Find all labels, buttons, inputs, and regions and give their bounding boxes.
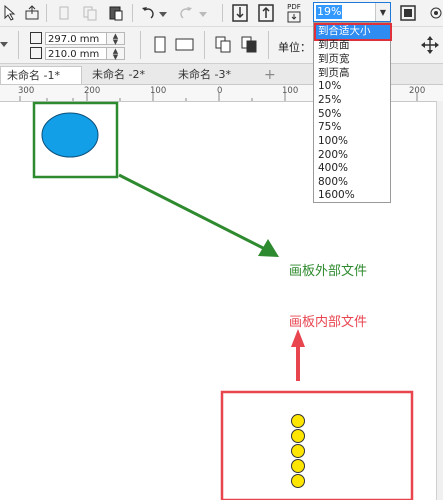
toolbar-separator xyxy=(222,4,223,22)
chevron-down-icon[interactable]: ▼ xyxy=(375,3,390,21)
copy-icon[interactable] xyxy=(80,3,100,23)
zoom-option-50[interactable]: 50% xyxy=(316,108,390,122)
page-width-row: 297.0 mm ▲ ▼ xyxy=(30,31,133,45)
green-arrow-line xyxy=(118,173,266,251)
toolbar-separator xyxy=(132,4,133,22)
ruler-label: 300 xyxy=(18,86,35,96)
page-height-icon xyxy=(30,47,42,59)
tab-document-2[interactable]: 未命名 -2* xyxy=(86,66,174,84)
import-icon[interactable] xyxy=(230,3,250,23)
pdf-label: PDF xyxy=(287,3,301,11)
ruler-label: 200 xyxy=(409,86,426,96)
page-width-input[interactable]: 297.0 mm xyxy=(45,31,107,45)
pointer-icon[interactable] xyxy=(0,3,20,23)
pdf-icon[interactable]: PDF xyxy=(282,2,306,24)
ruler-label: 100 xyxy=(150,86,167,96)
page-height-stepper[interactable]: ▲ ▼ xyxy=(107,46,125,60)
yellow-circle[interactable] xyxy=(291,459,305,473)
blue-ellipse[interactable] xyxy=(41,112,99,158)
ruler-label: 0 xyxy=(217,86,223,96)
zoom-level-combobox[interactable]: 19% ▼ xyxy=(313,2,391,22)
paper-preset-dropdown[interactable] xyxy=(0,36,14,54)
tab-document-1[interactable]: 未命名 -1* xyxy=(0,66,82,84)
zoom-option-page-width[interactable]: 到页宽 xyxy=(316,53,390,67)
toolbar-separator xyxy=(204,31,205,59)
zoom-option-25[interactable]: 25% xyxy=(316,94,390,108)
toolbar-separator xyxy=(268,31,269,59)
units-label: 单位： xyxy=(278,41,311,54)
zoom-option-page-height[interactable]: 到页高 xyxy=(316,67,390,81)
zoom-option-200[interactable]: 200% xyxy=(316,149,390,163)
landscape-icon[interactable] xyxy=(174,35,196,55)
fullscreen-icon[interactable] xyxy=(398,3,418,23)
zoom-dropdown-list[interactable]: 到合适大小 到页面 到页宽 到页高 10% 25% 50% 75% 100% 2… xyxy=(313,22,392,203)
zoom-level-value[interactable]: 19% xyxy=(316,5,343,19)
zoom-option-75[interactable]: 75% xyxy=(316,121,390,135)
paste-icon[interactable] xyxy=(106,3,126,23)
page-width-icon xyxy=(30,32,42,44)
red-arrow-head xyxy=(291,329,305,347)
toolbar-separator xyxy=(140,31,141,59)
zoom-option-fit[interactable]: 到合适大小 xyxy=(314,23,392,41)
yellow-circle[interactable] xyxy=(291,429,305,443)
zoom-option-page[interactable]: 到页面 xyxy=(316,39,390,53)
ruler-label: 200 xyxy=(84,86,101,96)
page-width-stepper[interactable]: ▲ ▼ xyxy=(107,31,125,45)
toolbar-separator xyxy=(46,4,47,22)
vertical-scrollbar[interactable] xyxy=(436,101,443,500)
redo-icon[interactable] xyxy=(176,3,196,23)
zoom-option-100[interactable]: 100% xyxy=(316,135,390,149)
inside-file-label: 画板内部文件 xyxy=(289,315,368,330)
add-tab-button[interactable]: + xyxy=(258,66,280,84)
options-icon[interactable] xyxy=(426,3,443,23)
ruler-label: 100 xyxy=(282,86,299,96)
redo-dropdown-icon[interactable] xyxy=(198,5,208,25)
tab-document-3[interactable]: 未命名 -3* xyxy=(172,66,260,84)
page-height-row: 210.0 mm ▲ ▼ xyxy=(30,46,133,60)
portrait-icon[interactable] xyxy=(150,35,170,55)
nudge-icon[interactable] xyxy=(420,35,440,55)
all-pages-icon[interactable] xyxy=(214,35,234,55)
zoom-option-1600[interactable]: 1600% xyxy=(316,189,390,203)
zoom-option-400[interactable]: 400% xyxy=(316,162,390,176)
page-height-input[interactable]: 210.0 mm xyxy=(45,46,107,60)
yellow-circle[interactable] xyxy=(291,474,305,488)
yellow-circle[interactable] xyxy=(291,414,305,428)
zoom-option-10[interactable]: 10% xyxy=(316,80,390,94)
current-page-icon[interactable] xyxy=(240,35,260,55)
undo-icon[interactable] xyxy=(138,3,158,23)
undo-dropdown-icon[interactable] xyxy=(158,5,168,25)
yellow-circle-group[interactable] xyxy=(291,414,305,488)
export-icon[interactable] xyxy=(256,3,276,23)
toolbar-separator xyxy=(18,31,19,59)
page-region-frame[interactable] xyxy=(220,390,414,500)
yellow-circle[interactable] xyxy=(291,444,305,458)
publish-icon[interactable] xyxy=(22,3,42,23)
zoom-option-800[interactable]: 800% xyxy=(316,176,390,190)
cut-icon[interactable] xyxy=(54,3,74,23)
outside-file-label: 画板外部文件 xyxy=(289,264,368,279)
